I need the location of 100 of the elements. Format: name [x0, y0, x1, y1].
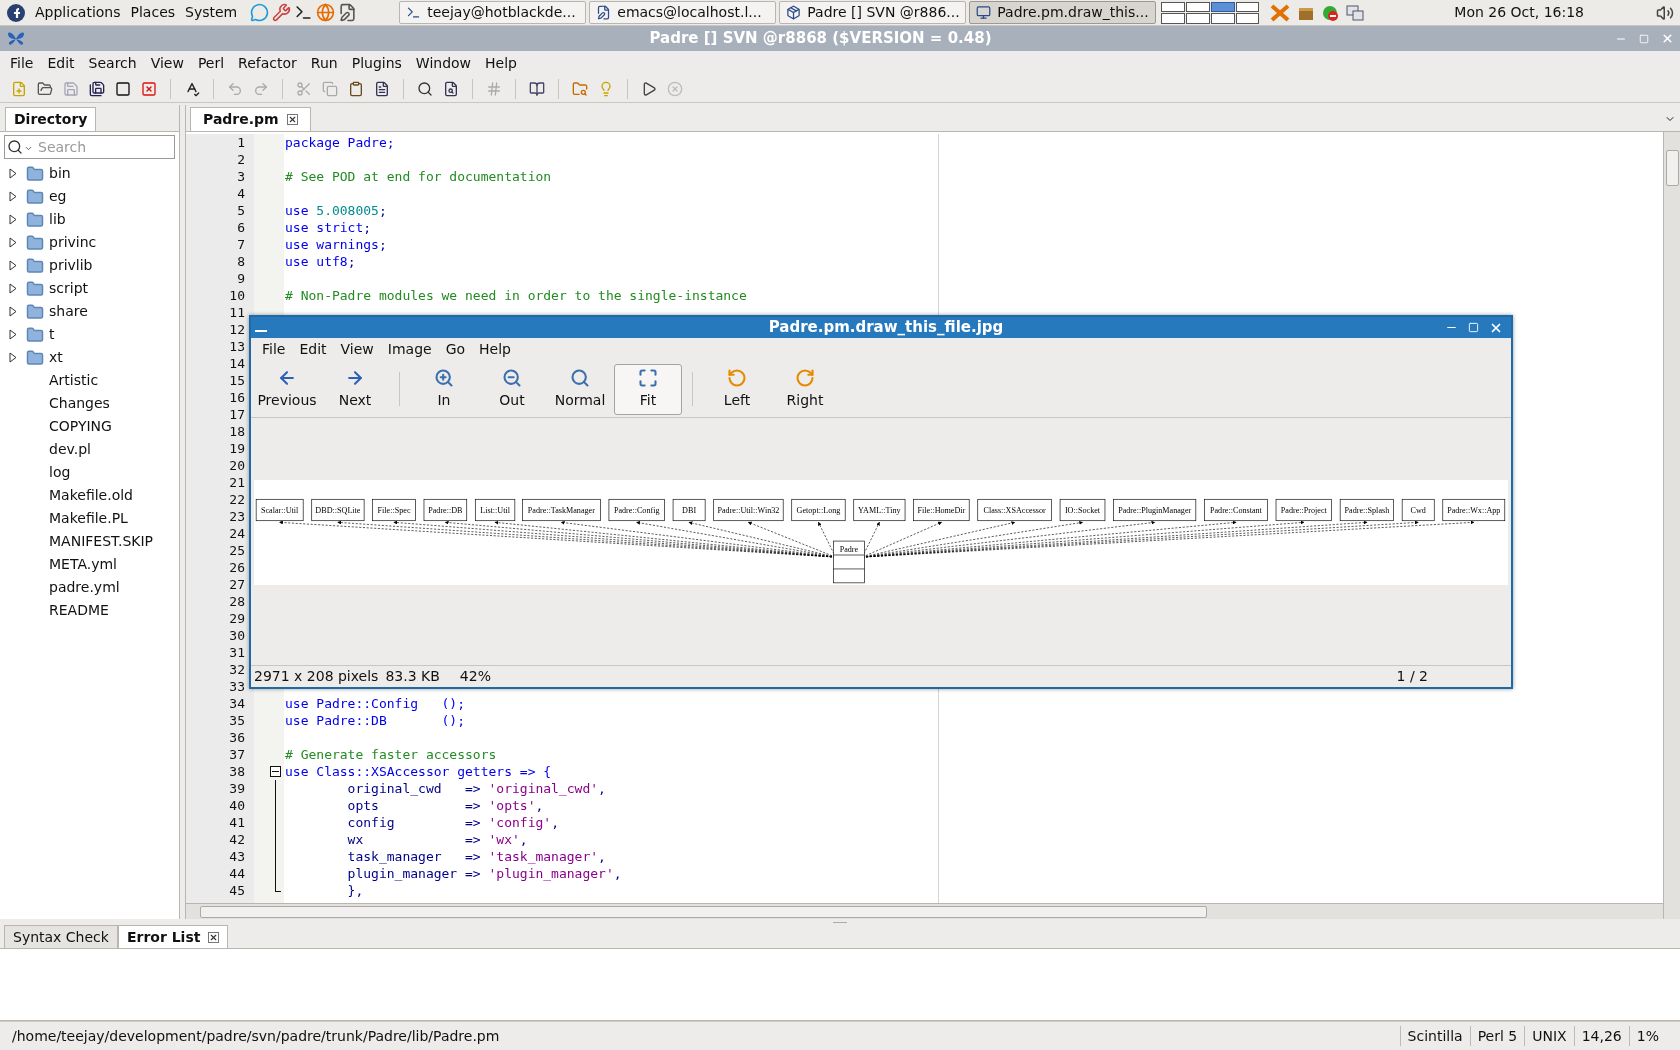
search-icon[interactable]: [7, 139, 23, 155]
file-name[interactable]: padre.yml: [49, 577, 120, 598]
toolbar-button[interactable]: Left: [703, 363, 771, 415]
volume-icon[interactable]: [1656, 3, 1674, 22]
line-number: 36: [229, 730, 245, 745]
horizontal-scrollbar[interactable]: [186, 903, 1663, 919]
expand-arrow-icon[interactable]: [9, 191, 17, 202]
toolbar-button[interactable]: Right: [771, 363, 839, 415]
menu-item[interactable]: Window: [408, 52, 479, 74]
menu-item[interactable]: Perl: [190, 52, 232, 74]
file-name[interactable]: Artistic: [49, 370, 99, 391]
file-tab[interactable]: Padre.pm: [190, 107, 311, 131]
file-name[interactable]: META.yml: [49, 554, 117, 575]
expand-arrow-icon[interactable]: [9, 283, 17, 294]
menu-item[interactable]: Refactor: [231, 52, 304, 74]
file-name[interactable]: README: [49, 600, 109, 621]
maximize-icon[interactable]: [1468, 322, 1479, 333]
status-field: 1%: [1628, 1026, 1666, 1046]
file-name[interactable]: Makefile.old: [49, 485, 133, 506]
workspace-tile[interactable]: [1161, 1, 1185, 12]
menu-item[interactable]: File: [3, 52, 41, 74]
menu-item[interactable]: View: [333, 339, 381, 360]
workspace-tile[interactable]: [1161, 13, 1185, 24]
expand-arrow-icon[interactable]: [9, 329, 17, 340]
panel-tab[interactable]: Error List: [117, 925, 229, 948]
expand-arrow-icon[interactable]: [9, 168, 17, 179]
expand-arrow-icon[interactable]: [9, 237, 17, 248]
file-name[interactable]: MANIFEST.SKIP: [49, 531, 154, 552]
folder-name[interactable]: t: [49, 324, 55, 345]
search-field[interactable]: Search: [4, 135, 175, 159]
menu-item[interactable]: File: [255, 339, 293, 360]
menu-item[interactable]: Plugins: [344, 52, 409, 74]
workspace-tile[interactable]: [1186, 1, 1210, 12]
panel-menu[interactable]: Applications: [30, 2, 126, 23]
taskbar-button[interactable]: emacs@localhost.l...: [589, 1, 777, 24]
toolbar-button[interactable]: In: [410, 363, 478, 415]
taskbar-button[interactable]: Padre [] SVN @r886...: [779, 1, 967, 24]
text-editor-icon[interactable]: [338, 3, 358, 22]
folder-name[interactable]: share: [49, 301, 88, 322]
collapse-icon[interactable]: [270, 766, 281, 777]
expand-arrow-icon[interactable]: [9, 306, 17, 317]
file-name[interactable]: dev.pl: [49, 439, 91, 460]
toolbar-button[interactable]: Next: [321, 363, 389, 415]
workspace-tile[interactable]: [1235, 13, 1260, 24]
code-line: package Padre;: [284, 135, 395, 150]
toolbar-button[interactable]: Previous: [253, 363, 321, 415]
panel-menu[interactable]: System: [180, 2, 243, 23]
taskbar-button[interactable]: teejay@hotblackde...: [399, 1, 587, 24]
panel-menu[interactable]: Places: [125, 2, 181, 23]
folder-name[interactable]: privlib: [49, 255, 93, 276]
run-icon: [641, 80, 657, 97]
taskbar-button[interactable]: Padre.pm.draw_this...: [969, 1, 1157, 24]
workspace-tile[interactable]: [1186, 13, 1210, 24]
expand-arrow-icon[interactable]: [9, 352, 17, 363]
menu-item[interactable]: Edit: [40, 52, 82, 74]
panel-tab[interactable]: Directory: [5, 107, 97, 131]
folder-name[interactable]: xt: [49, 347, 63, 368]
open-folder-icon: [37, 80, 53, 97]
vertical-scrollbar[interactable]: [1663, 132, 1680, 919]
menu-item[interactable]: Run: [303, 52, 345, 74]
line-number: 17: [229, 407, 245, 422]
folder-name[interactable]: script: [49, 278, 88, 299]
folder-name[interactable]: bin: [49, 163, 71, 184]
menu-item[interactable]: Search: [81, 52, 144, 74]
folder-name[interactable]: eg: [49, 186, 67, 207]
menu-item[interactable]: Help: [472, 339, 518, 360]
no-entry-icon[interactable]: [1321, 3, 1340, 22]
menu-item[interactable]: View: [143, 52, 191, 74]
workspace-tile[interactable]: [1235, 1, 1260, 12]
close-tab-icon[interactable]: [286, 114, 298, 125]
toolbar-button[interactable]: Fit: [614, 363, 682, 415]
expand-arrow-icon[interactable]: [9, 260, 17, 271]
tools-icon[interactable]: [272, 3, 292, 22]
file-name[interactable]: COPYING: [49, 416, 112, 437]
cross-icon[interactable]: [1269, 2, 1292, 23]
workspace-tile[interactable]: [1210, 1, 1235, 12]
fedora-logo-icon[interactable]: [6, 2, 26, 23]
workspace-tile[interactable]: [1210, 13, 1235, 24]
clock[interactable]: Mon 26 Oct, 16:18: [1454, 2, 1584, 23]
toolbar-button[interactable]: Out: [478, 363, 546, 415]
window-menu-icon[interactable]: [255, 329, 267, 332]
file-name[interactable]: log: [49, 462, 71, 483]
menu-item[interactable]: Image: [380, 339, 439, 360]
folder-name[interactable]: privinc: [49, 232, 97, 253]
search-icon: [417, 80, 433, 97]
menu-item[interactable]: Go: [438, 339, 473, 360]
toolbar-button[interactable]: Normal: [546, 363, 614, 415]
close-all-icon: [115, 80, 131, 97]
panel-tab[interactable]: Syntax Check: [4, 925, 118, 948]
menu-item[interactable]: Help: [478, 52, 524, 74]
file-name[interactable]: Makefile.PL: [49, 508, 128, 529]
network-icon[interactable]: [1345, 3, 1366, 22]
chat-icon[interactable]: [250, 3, 270, 22]
line-number: 15: [229, 373, 245, 388]
menu-item[interactable]: Edit: [292, 339, 334, 360]
folder-name[interactable]: lib: [49, 209, 66, 230]
close-tab-icon[interactable]: [208, 931, 220, 943]
expand-arrow-icon[interactable]: [9, 214, 17, 225]
folder-icon: [26, 233, 44, 252]
file-name[interactable]: Changes: [49, 393, 110, 414]
